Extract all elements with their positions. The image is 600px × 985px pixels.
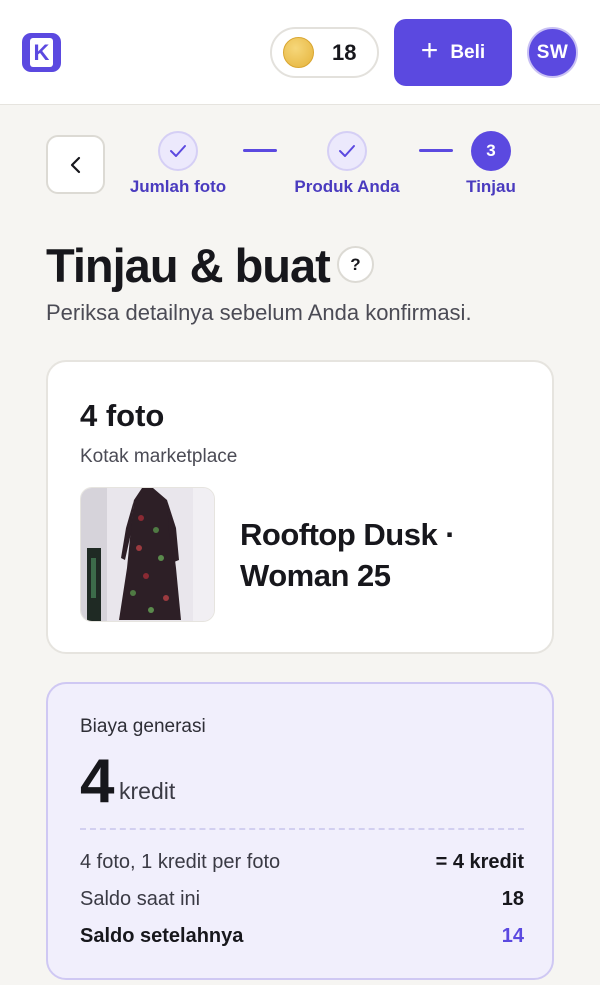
- row-value: 18: [501, 888, 524, 910]
- check-icon: [170, 145, 186, 157]
- step-label-product[interactable]: Produk Anda: [294, 177, 399, 197]
- cost-label: Biaya generasi: [80, 716, 206, 737]
- buy-button[interactable]: + Beli: [394, 19, 512, 86]
- check-icon: [339, 145, 355, 157]
- row-label: 4 foto, 1 kredit per foto: [80, 851, 281, 873]
- step-label-photo-count[interactable]: Jumlah foto: [130, 177, 226, 197]
- row-value: 14: [501, 925, 524, 947]
- generation-cost-panel: Biaya generasi 4 kredit 4 foto, 1 kredit…: [46, 682, 554, 980]
- coin-icon: [283, 37, 314, 68]
- row-label: Saldo setelahnya: [80, 925, 244, 947]
- product-thumbnail: [80, 487, 215, 622]
- buy-label: Beli: [450, 41, 486, 63]
- cost-amount: 4: [80, 747, 114, 816]
- step-2-indicator: [327, 131, 367, 171]
- row-label: Saldo saat ini: [80, 888, 201, 910]
- logo-letter: K: [30, 38, 53, 67]
- step-3-indicator: 3: [471, 131, 511, 171]
- credit-balance[interactable]: 18: [270, 27, 379, 78]
- step-connector: [419, 149, 453, 152]
- cost-unit: kredit: [119, 778, 176, 804]
- photo-count: 4 foto: [80, 398, 165, 433]
- cost-row-current-balance: Saldo saat ini 18: [80, 888, 524, 911]
- cost-row-balance-after: Saldo setelahnya 14: [80, 925, 524, 948]
- page-title: Tinjau & buat: [46, 239, 331, 292]
- step-connector: [243, 149, 277, 152]
- app-logo[interactable]: K: [22, 33, 61, 72]
- row-value: = 4 kredit: [435, 851, 524, 873]
- cost-row-calculation: 4 foto, 1 kredit per foto = 4 kredit: [80, 851, 524, 874]
- divider: [80, 828, 524, 830]
- top-bar: K 18 + Beli SW: [0, 0, 600, 105]
- step-1-indicator: [158, 131, 198, 171]
- product-name: Rooftop Dusk · Woman 25: [240, 517, 456, 593]
- back-button[interactable]: [46, 135, 105, 194]
- box-name: Kotak marketplace: [80, 446, 238, 467]
- credit-count: 18: [332, 39, 357, 65]
- avatar[interactable]: SW: [527, 27, 578, 78]
- plus-icon: +: [420, 34, 439, 67]
- page-subtitle: Periksa detailnya sebelum Anda konfirmas…: [46, 300, 472, 325]
- summary-card: 4 foto Kotak marketplace Rooftop Dusk · …: [46, 360, 554, 654]
- step-label-review: Tinjau: [466, 177, 516, 196]
- chevron-left-icon: [70, 156, 80, 173]
- help-button[interactable]: ?: [337, 246, 374, 283]
